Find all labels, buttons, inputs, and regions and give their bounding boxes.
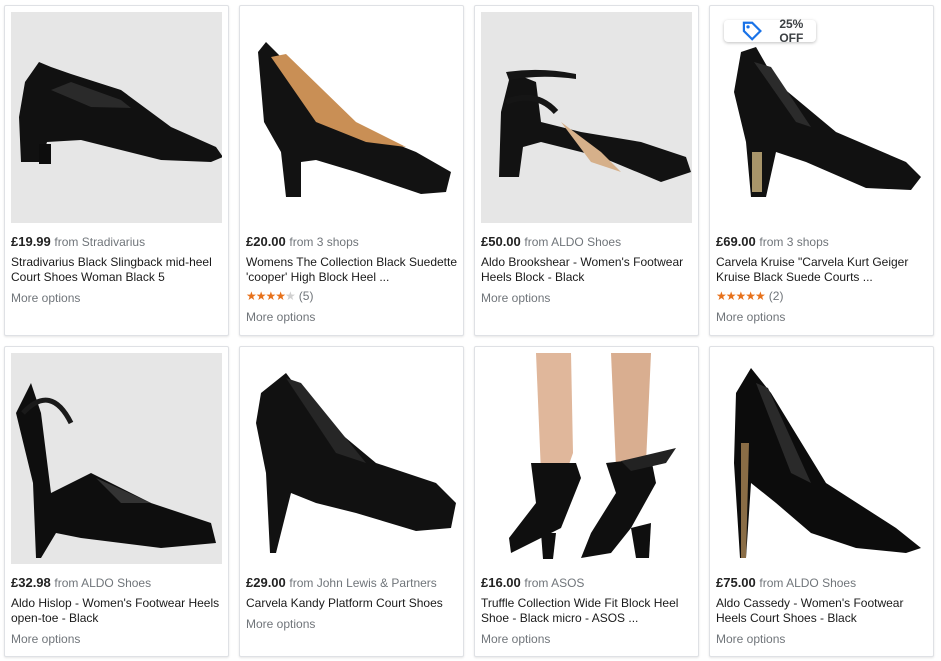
merchant: from 3 shops — [759, 235, 829, 249]
shopping-results-grid: £19.99 from Stradivarius Stradivarius Bl… — [0, 0, 941, 661]
product-image[interactable] — [11, 353, 222, 564]
product-card[interactable]: £75.00 from ALDO Shoes Aldo Cassedy - Wo… — [709, 346, 934, 657]
product-card[interactable]: £50.00 from ALDO Shoes Aldo Brookshear -… — [474, 5, 699, 336]
rating: ★★★★★ (5) — [246, 289, 457, 304]
product-card[interactable]: £29.00 from John Lewis & Partners Carvel… — [239, 346, 464, 657]
product-image[interactable] — [481, 12, 692, 223]
more-options-link[interactable]: More options — [246, 310, 457, 325]
merchant: from ALDO Shoes — [54, 576, 152, 590]
product-card[interactable]: 25% OFF £69.00 from 3 shops Carvela Krui… — [709, 5, 934, 336]
price: £20.00 — [246, 234, 286, 249]
product-image[interactable]: 25% OFF — [716, 12, 927, 223]
tag-icon — [742, 21, 762, 41]
product-title[interactable]: Truffle Collection Wide Fit Block Heel S… — [481, 596, 692, 626]
product-image[interactable] — [246, 12, 457, 223]
price: £19.99 — [11, 234, 51, 249]
rating: ★★★★★ (2) — [716, 289, 927, 304]
slingback-block-heel-image — [19, 62, 222, 164]
patent-platform-peeptoe-image — [16, 383, 216, 558]
more-options-link[interactable]: More options — [716, 310, 927, 325]
more-options-link[interactable]: More options — [481, 291, 692, 306]
price: £69.00 — [716, 234, 756, 249]
ankle-tie-block-heel-image — [509, 353, 676, 559]
price: £50.00 — [481, 234, 521, 249]
product-image[interactable] — [11, 12, 222, 223]
price: £32.98 — [11, 575, 51, 590]
product-title[interactable]: Carvela Kandy Platform Court Shoes — [246, 596, 457, 611]
merchant: from ALDO Shoes — [524, 235, 622, 249]
ankle-strap-block-heel-image — [499, 69, 691, 182]
discount-badge: 25% OFF — [724, 17, 817, 45]
product-image[interactable] — [716, 353, 927, 564]
more-options-link[interactable]: More options — [11, 291, 222, 306]
gold-trim-block-heel-image — [734, 47, 921, 197]
review-count[interactable]: (2) — [769, 289, 784, 304]
more-options-link[interactable]: More options — [11, 632, 222, 647]
more-options-link[interactable]: More options — [716, 632, 927, 647]
review-count[interactable]: (5) — [299, 289, 314, 304]
product-card[interactable]: £19.99 from Stradivarius Stradivarius Bl… — [4, 5, 229, 336]
product-title[interactable]: Stradivarius Black Slingback mid-heel Co… — [11, 255, 222, 285]
product-title[interactable]: Carvela Kruise "Carvela Kurt Geiger Krui… — [716, 255, 927, 285]
price: £29.00 — [246, 575, 286, 590]
product-image[interactable] — [481, 353, 692, 564]
product-title[interactable]: Aldo Brookshear - Women's Footwear Heels… — [481, 255, 692, 285]
product-image[interactable] — [246, 353, 457, 564]
merchant: from ASOS — [524, 576, 585, 590]
block-heel-court-image — [258, 42, 451, 197]
merchant: from Stradivarius — [54, 235, 146, 249]
more-options-link[interactable]: More options — [481, 632, 692, 647]
price: £75.00 — [716, 575, 756, 590]
product-card[interactable]: £20.00 from 3 shops Womens The Collectio… — [239, 5, 464, 336]
more-options-link[interactable]: More options — [246, 617, 457, 632]
product-title[interactable]: Aldo Hislop - Women's Footwear Heels ope… — [11, 596, 222, 626]
product-card[interactable]: £16.00 from ASOS Truffle Collection Wide… — [474, 346, 699, 657]
merchant: from ALDO Shoes — [759, 576, 857, 590]
merchant: from John Lewis & Partners — [289, 576, 437, 590]
platform-stiletto-court-image — [256, 373, 456, 553]
stiletto-court-image — [734, 368, 921, 558]
price: £16.00 — [481, 575, 521, 590]
product-title[interactable]: Womens The Collection Black Suedette 'co… — [246, 255, 457, 285]
merchant: from 3 shops — [289, 235, 359, 249]
product-title[interactable]: Aldo Cassedy - Women's Footwear Heels Co… — [716, 596, 927, 626]
discount-label: 25% OFF — [779, 17, 804, 45]
product-card[interactable]: £32.98 from ALDO Shoes Aldo Hislop - Wom… — [4, 346, 229, 657]
star-rating-icon: ★★★★★ — [716, 289, 766, 303]
star-rating-icon: ★★★★★ — [246, 289, 296, 303]
